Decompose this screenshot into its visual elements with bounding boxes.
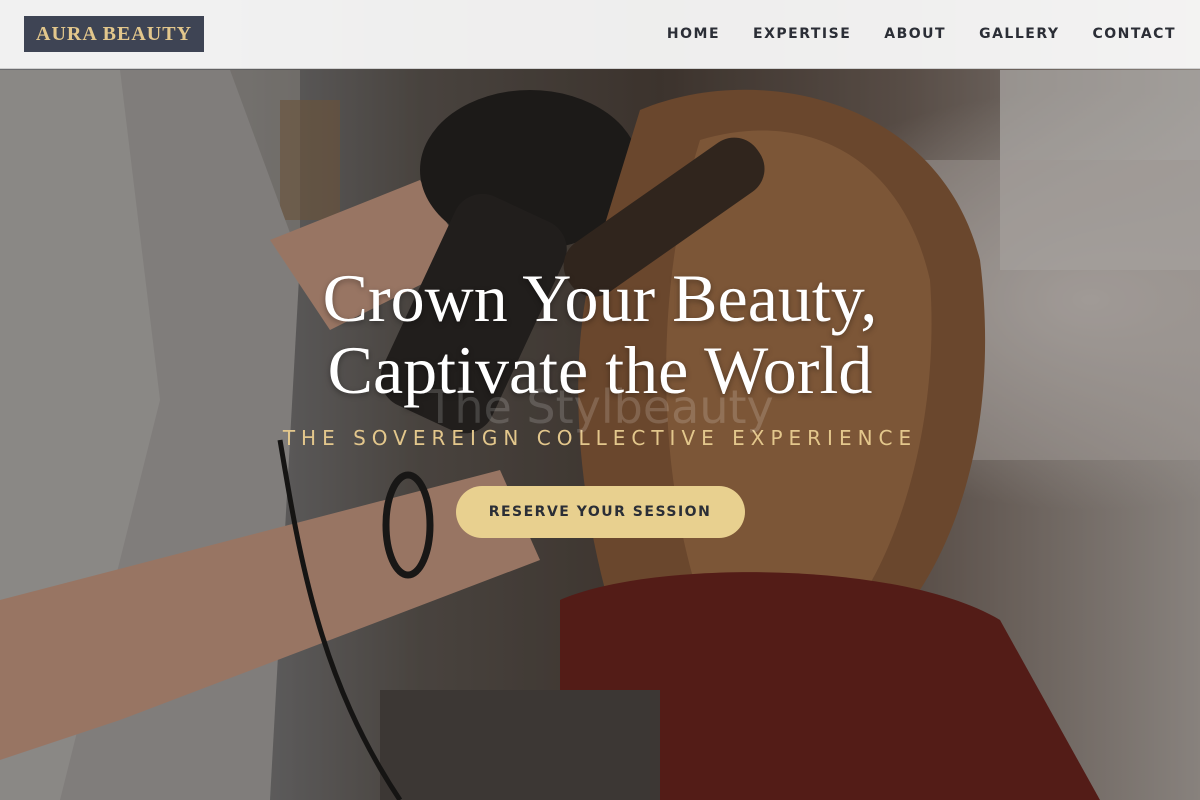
nav-item-home[interactable]: HOME: [667, 26, 720, 42]
reserve-session-button[interactable]: RESERVE YOUR SESSION: [455, 486, 745, 538]
nav-item-about[interactable]: ABOUT: [884, 26, 946, 42]
hero-title-line2: Captivate the World: [327, 332, 873, 408]
hero-title: Crown Your Beauty, Captivate the World: [0, 262, 1200, 406]
nav-links: HOME EXPERTISE ABOUT GALLERY CONTACT: [667, 26, 1176, 42]
nav-item-contact[interactable]: CONTACT: [1092, 26, 1176, 42]
hero-subtitle: THE SOVEREIGN COLLECTIVE EXPERIENCE: [282, 426, 918, 450]
hero-section: The Stylbeauty Crown Your Beauty, Captiv…: [0, 0, 1200, 800]
hero-content: The Stylbeauty Crown Your Beauty, Captiv…: [0, 262, 1200, 538]
nav-item-expertise[interactable]: EXPERTISE: [753, 26, 851, 42]
navbar: AURA BEAUTY HOME EXPERTISE ABOUT GALLERY…: [0, 0, 1200, 69]
nav-item-gallery[interactable]: GALLERY: [979, 26, 1059, 42]
brand-logo[interactable]: AURA BEAUTY: [24, 16, 205, 52]
hero-title-line1: Crown Your Beauty,: [322, 260, 878, 336]
